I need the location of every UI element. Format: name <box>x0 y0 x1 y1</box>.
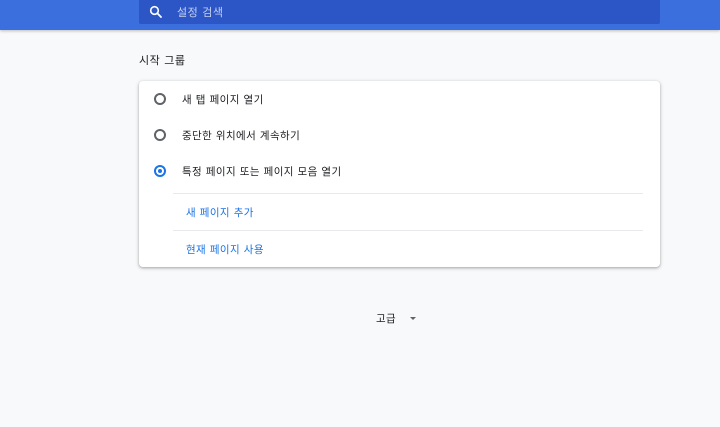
radio-button-new-tab[interactable] <box>154 93 166 105</box>
search-field[interactable]: 설정 검색 <box>139 0 660 24</box>
radio-label-new-tab: 새 탭 페이지 열기 <box>182 93 264 106</box>
startup-section-title: 시작 그룹 <box>139 54 186 67</box>
radio-option-new-tab[interactable]: 새 탭 페이지 열기 <box>139 81 660 117</box>
divider <box>173 193 643 194</box>
use-current-page-link[interactable]: 현재 페이지 사용 <box>186 242 264 257</box>
radio-option-specific-pages[interactable]: 특정 페이지 또는 페이지 모음 열기 <box>139 153 660 189</box>
settings-toolbar: 설정 검색 <box>0 0 720 30</box>
startup-card: 새 탭 페이지 열기 중단한 위치에서 계속하기 특정 페이지 또는 페이지 모… <box>139 81 660 267</box>
search-icon <box>149 5 163 19</box>
radio-label-specific-pages: 특정 페이지 또는 페이지 모음 열기 <box>182 165 342 178</box>
radio-button-continue[interactable] <box>154 129 166 141</box>
advanced-toggle-button[interactable]: 고급 <box>376 310 417 326</box>
radio-label-continue: 중단한 위치에서 계속하기 <box>182 129 301 142</box>
advanced-label: 고급 <box>376 312 397 325</box>
dropdown-arrow-icon <box>410 316 417 320</box>
add-page-link[interactable]: 새 페이지 추가 <box>186 205 254 220</box>
search-placeholder: 설정 검색 <box>177 6 224 19</box>
radio-option-continue[interactable]: 중단한 위치에서 계속하기 <box>139 117 660 153</box>
radio-button-specific-pages[interactable] <box>154 165 166 177</box>
divider <box>173 230 643 231</box>
